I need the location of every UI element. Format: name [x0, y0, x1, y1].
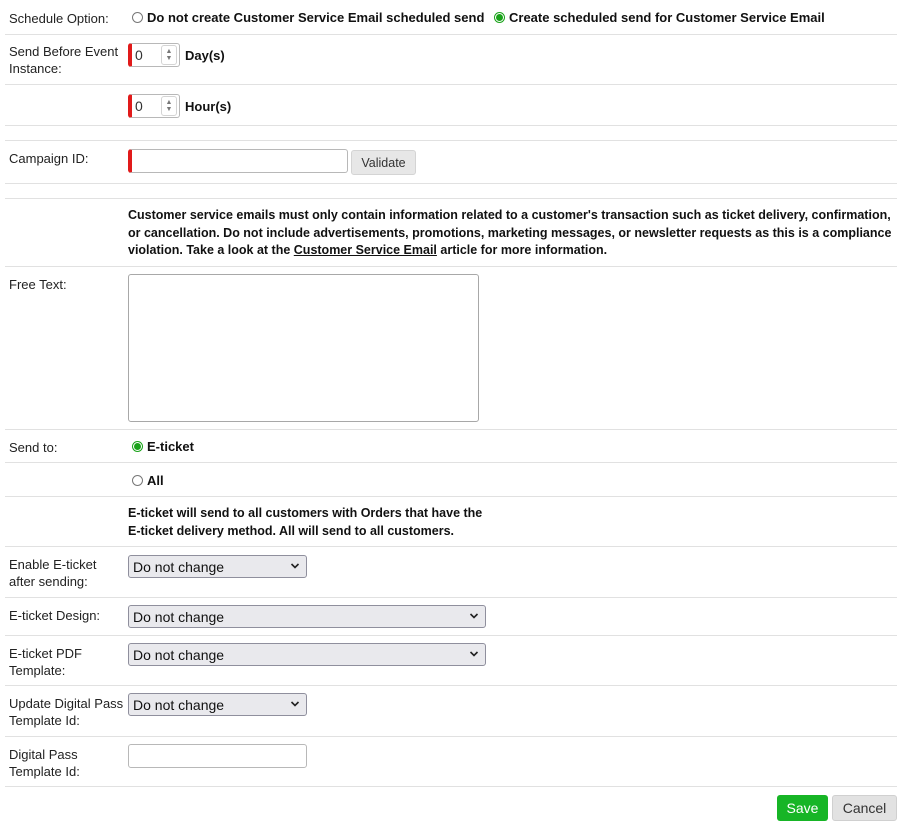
validate-button[interactable]: Validate: [351, 150, 416, 175]
eticket-design-label: E-ticket Design:: [9, 608, 101, 623]
customer-service-email-link[interactable]: Customer Service Email: [294, 243, 437, 257]
update-digital-pass-label: Update Digital Pass Template Id:: [9, 696, 124, 728]
radio-eticket-label: E-ticket: [147, 439, 194, 454]
chevron-down-icon: [469, 651, 479, 657]
update-digital-pass-value: Do not change: [133, 696, 225, 713]
campaign-id-input[interactable]: [128, 149, 348, 173]
eticket-pdf-value: Do not change: [133, 646, 225, 663]
cancel-button[interactable]: Cancel: [832, 795, 897, 821]
schedule-option-label: Schedule Option:: [9, 11, 109, 26]
digital-pass-id-input[interactable]: [128, 744, 307, 768]
divider: [5, 786, 897, 787]
divider: [5, 125, 897, 126]
days-value: 0: [135, 47, 143, 63]
radio-indicator-selected[interactable]: [494, 12, 505, 23]
divider: [5, 736, 897, 737]
update-digital-pass-select[interactable]: Do not change: [128, 693, 307, 716]
days-stepper[interactable]: 0 ▲ ▼: [128, 43, 180, 67]
radio-no-schedule-label: Do not create Customer Service Email sch…: [147, 10, 485, 25]
chevron-down-icon: [469, 613, 479, 619]
free-text-label: Free Text:: [9, 277, 67, 292]
divider: [5, 183, 897, 184]
radio-no-schedule[interactable]: Do not create Customer Service Email sch…: [132, 10, 484, 25]
radio-send-eticket[interactable]: E-ticket: [132, 439, 194, 454]
enable-eticket-select[interactable]: Do not change: [128, 555, 307, 578]
eticket-pdf-label: E-ticket PDF Template:: [9, 646, 82, 678]
days-unit-label: Day(s): [185, 48, 225, 63]
free-text-area[interactable]: [128, 274, 479, 422]
divider: [5, 266, 897, 267]
digital-pass-id-label: Digital Pass Template Id:: [9, 747, 80, 779]
eticket-design-value: Do not change: [133, 608, 225, 625]
stepper-arrows-icon[interactable]: ▲ ▼: [161, 96, 177, 116]
hours-stepper[interactable]: 0 ▲ ▼: [128, 94, 180, 118]
campaign-id-label: Campaign ID:: [9, 151, 89, 166]
compliance-notice: Customer service emails must only contai…: [128, 207, 898, 260]
notice-text-tail: article for more information.: [436, 243, 608, 257]
divider: [5, 429, 897, 430]
chevron-down-icon: [290, 563, 300, 569]
hours-unit-label: Hour(s): [185, 99, 232, 114]
save-button[interactable]: Save: [777, 795, 828, 821]
radio-indicator[interactable]: [132, 12, 143, 23]
divider: [5, 140, 897, 141]
send-to-help: E-ticket will send to all customers with…: [128, 506, 483, 538]
divider: [5, 84, 897, 85]
radio-indicator[interactable]: [132, 475, 143, 486]
radio-create-schedule-label: Create scheduled send for Customer Servi…: [509, 10, 825, 25]
radio-indicator-selected[interactable]: [132, 441, 143, 452]
divider: [5, 198, 897, 199]
radio-all-label: All: [147, 473, 164, 488]
divider: [5, 34, 897, 35]
send-to-label: Send to:: [9, 440, 58, 455]
enable-eticket-label: Enable E-ticket after sending:: [9, 557, 97, 589]
divider: [5, 546, 897, 547]
hours-value: 0: [135, 98, 143, 114]
stepper-arrows-icon[interactable]: ▲ ▼: [161, 45, 177, 65]
divider: [5, 635, 897, 636]
divider: [5, 462, 897, 463]
eticket-design-select[interactable]: Do not change: [128, 605, 486, 628]
chevron-down-icon: [290, 701, 300, 707]
divider: [5, 597, 897, 598]
divider: [5, 496, 897, 497]
radio-create-schedule[interactable]: Create scheduled send for Customer Servi…: [494, 10, 825, 25]
divider: [5, 685, 897, 686]
send-before-label: Send Before Event Instance:: [9, 44, 119, 76]
enable-eticket-value: Do not change: [133, 558, 225, 575]
eticket-pdf-select[interactable]: Do not change: [128, 643, 486, 666]
radio-send-all[interactable]: All: [132, 473, 164, 488]
